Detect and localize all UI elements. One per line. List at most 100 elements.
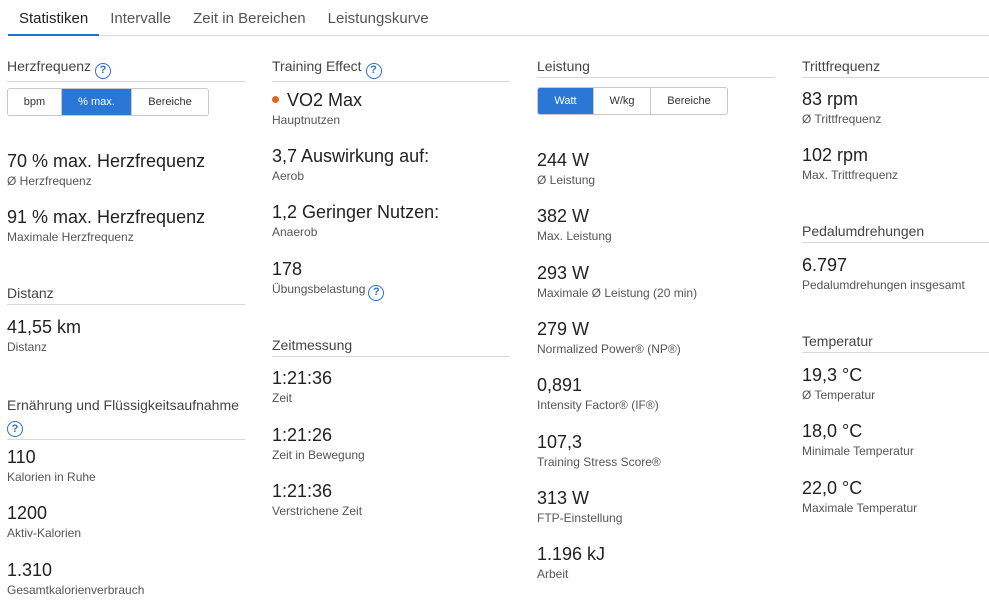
toggle-bereiche[interactable]: Bereiche	[651, 88, 727, 114]
metric-anaerob: 1,2 Geringer Nutzen: Anaerob	[272, 201, 439, 240]
metric-zeit-bewegung: 1:21:26 Zeit in Bewegung	[272, 424, 365, 463]
metric-label: Pedalumdrehungen insgesamt	[802, 278, 965, 292]
metric-label: Distanz	[7, 340, 48, 354]
metric-aktiv-kalorien: 1200 Aktiv-Kalorien	[7, 502, 81, 541]
section-title-zeitmessung: Zeitmessung	[272, 337, 510, 357]
section-pedal: Pedalumdrehungen	[802, 223, 989, 243]
training-effect-title: Training Effect	[272, 58, 362, 74]
metric-value: 70 % max. Herzfrequenz	[7, 151, 206, 171]
toggle-bpm[interactable]: bpm	[8, 89, 62, 115]
metric-gesamtkalorien: 1.310 Gesamtkalorienverbrauch	[7, 559, 144, 598]
section-title-temperatur: Temperatur	[802, 333, 989, 353]
metric-max-temp: 22,0 °C Maximale Temperatur	[802, 477, 917, 516]
metric-value: 6.797	[802, 255, 848, 275]
toggle-bereiche[interactable]: Bereiche	[132, 89, 208, 115]
tab-intervalle[interactable]: Intervalle	[99, 0, 182, 36]
herzfrequenz-toggle: bpm % max. Bereiche	[7, 88, 209, 116]
metric-label: Zeit	[272, 391, 293, 405]
tab-bar: Statistiken Intervalle Zeit in Bereichen…	[8, 0, 989, 36]
section-trittfrequenz: Trittfrequenz	[802, 58, 989, 78]
question-circle-icon[interactable]: ?	[365, 62, 382, 79]
metric-min-temp: 18,0 °C Minimale Temperatur	[802, 420, 914, 459]
metric-ftp: 313 W FTP-Einstellung	[537, 487, 622, 526]
tab-leistungskurve[interactable]: Leistungskurve	[317, 0, 440, 36]
question-circle-icon[interactable]: ?	[7, 421, 23, 437]
section-title-ernaehrung: Ernährung und Flüssigkeitsaufnahme?	[7, 395, 245, 440]
metric-value: 293 W	[537, 263, 590, 283]
metric-value: 1:21:36	[272, 481, 333, 501]
metric-avg-hr: 70 % max. Herzfrequenz Ø Herzfrequenz	[7, 150, 205, 189]
metric-verstrichene-zeit: 1:21:36 Verstrichene Zeit	[272, 480, 362, 519]
section-title-training-effect: Training Effect?	[272, 58, 510, 82]
metric-label: Maximale Herzfrequenz	[7, 230, 134, 244]
metric-value: 1.196 kJ	[537, 544, 606, 564]
metric-hauptnutzen: VO2 Max Hauptnutzen	[272, 89, 362, 128]
section-title-pedal: Pedalumdrehungen	[802, 223, 989, 243]
tab-statistiken[interactable]: Statistiken	[8, 0, 100, 36]
question-circle-icon[interactable]: ?	[368, 284, 385, 301]
metric-label: Aktiv-Kalorien	[7, 526, 82, 540]
metric-value: 1:21:36	[272, 368, 333, 388]
metric-intensity-factor: 0,891 Intensity Factor® (IF®)	[537, 374, 659, 413]
metric-zeit: 1:21:36 Zeit	[272, 367, 332, 406]
section-leistung: Leistung	[537, 58, 775, 78]
metric-normalized-power: 279 W Normalized Power® (NP®)	[537, 318, 681, 357]
metric-label: Übungsbelastung	[272, 282, 366, 296]
toggle-watt[interactable]: Watt	[538, 88, 594, 114]
metric-label: Intensity Factor® (IF®)	[537, 398, 659, 412]
metric-value: 83 rpm	[802, 89, 859, 109]
metric-label: Verstrichene Zeit	[272, 504, 363, 518]
toggle-percent-max[interactable]: % max.	[62, 89, 132, 115]
metric-value: 102 rpm	[802, 145, 869, 165]
metric-tss: 107,3 Training Stress Score®	[537, 431, 661, 470]
section-title-herzfrequenz: Herzfrequenz?	[7, 58, 245, 82]
metric-label: Max. Leistung	[537, 229, 612, 243]
metric-arbeit: 1.196 kJ Arbeit	[537, 543, 605, 582]
metric-label: Normalized Power® (NP®)	[537, 342, 681, 356]
question-circle-icon[interactable]: ?	[95, 62, 112, 79]
metric-label: Maximale Temperatur	[802, 501, 918, 515]
metric-label: Training Stress Score®	[537, 455, 661, 469]
metric-avg-power: 244 W Ø Leistung	[537, 149, 595, 188]
metric-value: 0,891	[537, 375, 583, 395]
metric-label: Gesamtkalorienverbrauch	[7, 583, 145, 597]
metric-value: 91 % max. Herzfrequenz	[7, 207, 206, 227]
metric-value: VO2 Max	[287, 90, 363, 110]
metric-label: Ø Leistung	[537, 173, 596, 187]
section-zeitmessung: Zeitmessung	[272, 337, 510, 357]
metric-value: 19,3 °C	[802, 365, 863, 385]
metric-avg-cadence: 83 rpm Ø Trittfrequenz	[802, 88, 881, 127]
section-herzfrequenz: Herzfrequenz?	[7, 58, 245, 82]
metric-value: 1,2 Geringer Nutzen:	[272, 202, 440, 222]
metric-label: Ø Temperatur	[802, 388, 876, 402]
section-distanz: Distanz	[7, 285, 245, 305]
metric-label: Maximale Ø Leistung (20 min)	[537, 286, 698, 300]
metric-label: Arbeit	[537, 567, 569, 581]
metric-value: 41,55 km	[7, 317, 82, 337]
section-title-distanz: Distanz	[7, 285, 245, 305]
metric-label: Minimale Temperatur	[802, 444, 914, 458]
status-dot-icon	[272, 96, 279, 103]
metric-label: Max. Trittfrequenz	[802, 168, 899, 182]
metric-value: 3,7 Auswirkung auf:	[272, 146, 430, 166]
metric-value: 1200	[7, 503, 48, 523]
section-title-leistung: Leistung	[537, 58, 775, 78]
section-temperatur: Temperatur	[802, 333, 989, 353]
metric-value: 1.310	[7, 560, 53, 580]
metric-label: FTP-Einstellung	[537, 511, 623, 525]
herzfrequenz-title: Herzfrequenz	[7, 58, 92, 74]
toggle-w-kg[interactable]: W/kg	[594, 88, 651, 114]
metric-label: Zeit in Bewegung	[272, 448, 365, 462]
leistung-toggle: Watt W/kg Bereiche	[537, 87, 728, 115]
ernaehrung-title: Ernährung und Flüssigkeitsaufnahme	[7, 397, 239, 413]
metric-label: Anaerob	[272, 225, 318, 239]
metric-kalorien-ruhe: 110 Kalorien in Ruhe	[7, 446, 96, 485]
metric-value: 1:21:26	[272, 425, 333, 445]
metric-value: 22,0 °C	[802, 478, 863, 498]
tab-zeit-in-bereichen[interactable]: Zeit in Bereichen	[182, 0, 317, 36]
metric-pedalumdrehungen: 6.797 Pedalumdrehungen insgesamt	[802, 254, 965, 293]
metric-label: Kalorien in Ruhe	[7, 470, 96, 484]
metric-value: 178	[272, 259, 303, 279]
metric-avg-temp: 19,3 °C Ø Temperatur	[802, 364, 875, 403]
metric-value: 110	[7, 447, 36, 467]
